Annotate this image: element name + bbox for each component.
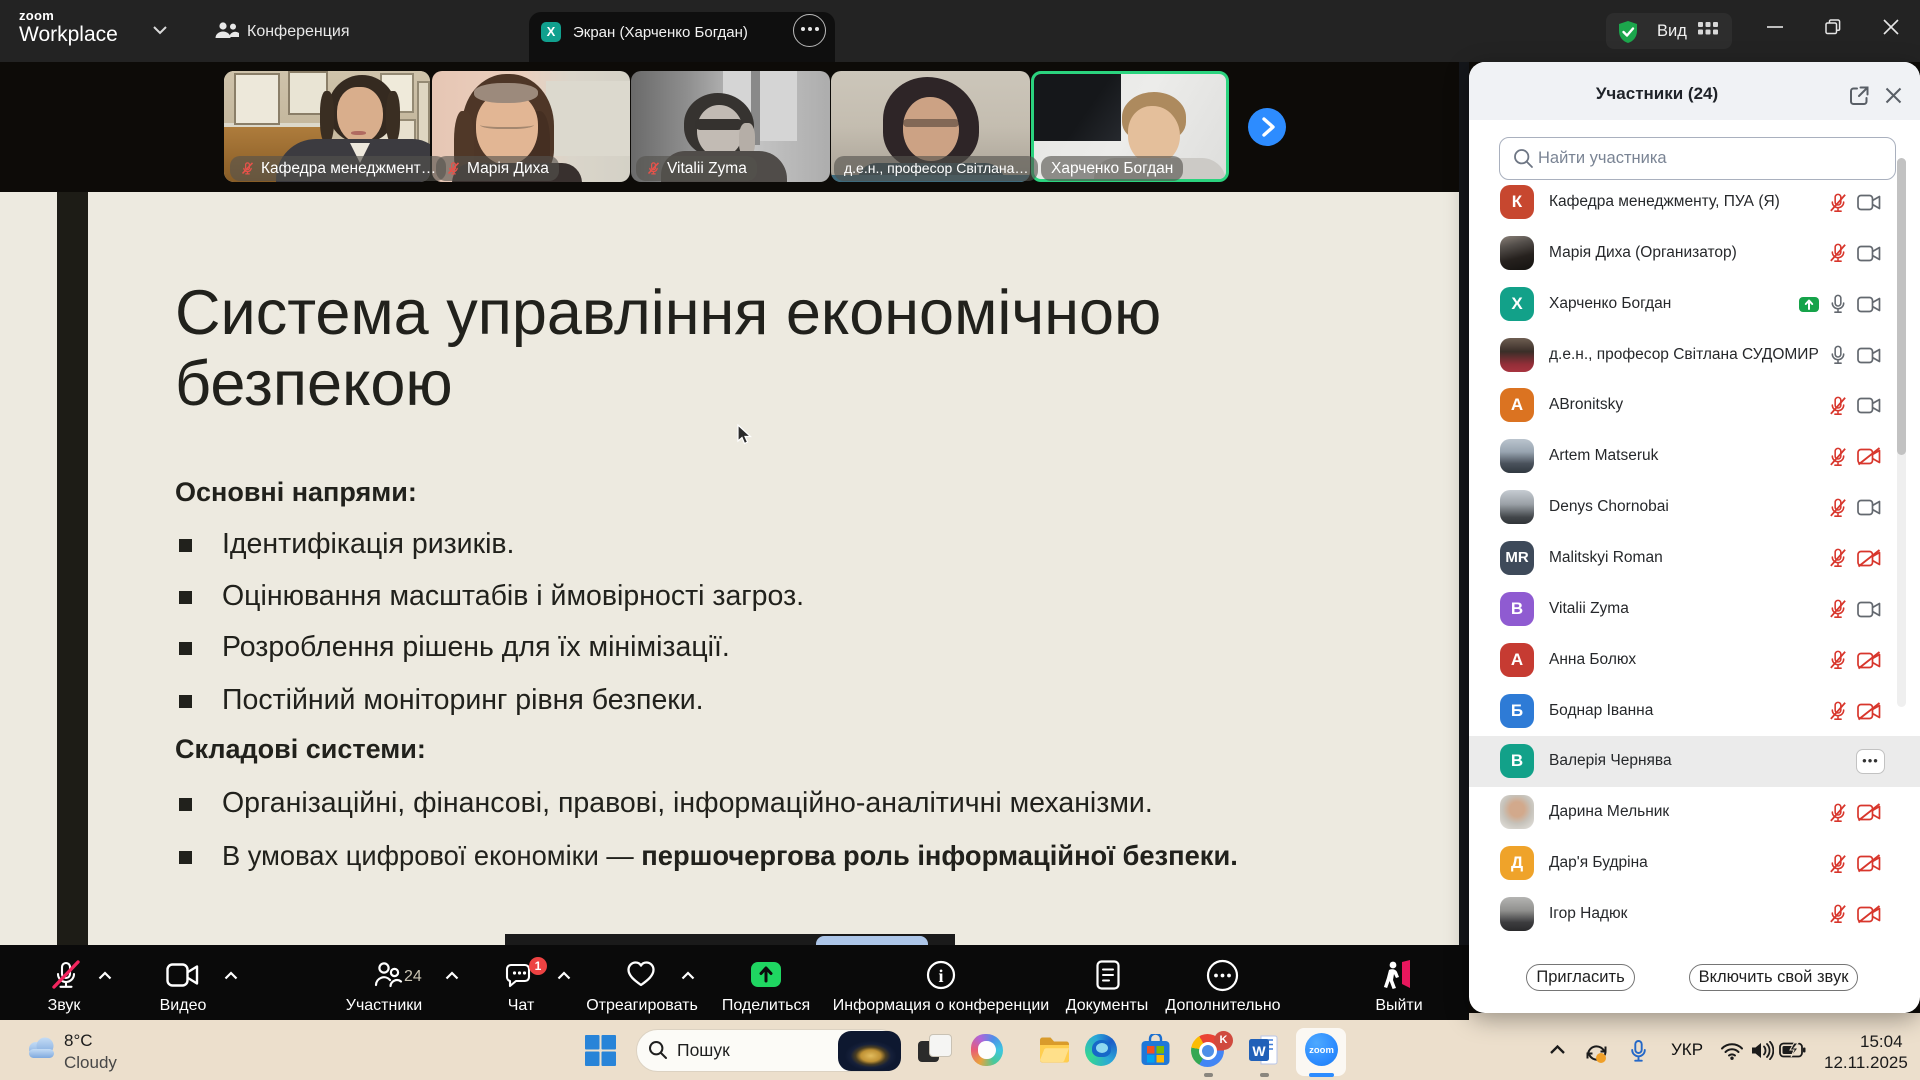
- svg-text:i: i: [938, 966, 943, 986]
- svg-text:W: W: [1252, 1043, 1266, 1059]
